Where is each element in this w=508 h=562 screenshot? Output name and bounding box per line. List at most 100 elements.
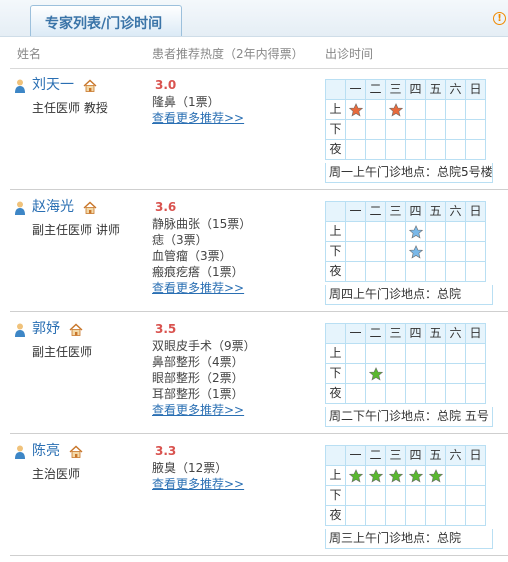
more-recommend-link[interactable]: 查看更多推荐>>: [152, 110, 244, 126]
schedule-cell: [405, 221, 426, 242]
recommend-score: 3.6: [155, 200, 177, 214]
schedule-cell: [365, 343, 386, 364]
schedule-cell: [345, 99, 366, 120]
star-icon: [368, 468, 383, 483]
schedule-cell: [465, 485, 486, 506]
schedule-cell: [465, 241, 486, 262]
row-divider: [10, 189, 508, 190]
more-recommend-link[interactable]: 查看更多推荐>>: [152, 476, 244, 492]
schedule-cell: [345, 221, 366, 242]
recommend-item: 痣（3票）: [152, 233, 208, 247]
person-icon: [14, 445, 26, 459]
recommend-score: 3.5: [155, 322, 177, 336]
schedule-cell: [385, 343, 406, 364]
day-header: 五: [425, 445, 446, 466]
schedule-table: 一二三四五六日上下夜: [325, 201, 486, 282]
row-divider: [10, 555, 508, 556]
schedule-cell: [365, 383, 386, 404]
schedule-cell: [465, 383, 486, 404]
day-header: 三: [385, 445, 406, 466]
schedule-cell: [405, 119, 426, 140]
clinic-location: 周四上午门诊地点：总院: [325, 285, 493, 305]
header-divider: [10, 68, 508, 69]
schedule-cell: [345, 241, 366, 262]
doctor-name-link[interactable]: 刘天一: [32, 76, 74, 94]
recommend-item: 双眼皮手术（9票）: [152, 339, 256, 353]
home-icon[interactable]: [69, 323, 83, 336]
schedule-cell: [345, 343, 366, 364]
schedule-cell: [385, 261, 406, 282]
day-header: 日: [465, 201, 486, 222]
schedule-corner: [325, 79, 346, 100]
schedule-cell: [465, 119, 486, 140]
period-label: 下: [325, 241, 346, 262]
schedule-cell: [385, 363, 406, 384]
schedule-cell: [445, 139, 466, 160]
schedule-cell: [345, 505, 366, 526]
recommend-item: 血管瘤（3票）: [152, 249, 232, 263]
period-label: 下: [325, 119, 346, 140]
schedule-cell: [365, 221, 386, 242]
day-header: 日: [465, 79, 486, 100]
day-header: 六: [445, 79, 466, 100]
schedule-cell: [445, 119, 466, 140]
schedule-cell: [425, 465, 446, 486]
schedule-cell: [445, 343, 466, 364]
schedule-table: 一二三四五六日上下夜: [325, 79, 486, 160]
schedule-cell: [385, 139, 406, 160]
schedule-cell: [425, 261, 446, 282]
schedule-cell: [405, 241, 426, 262]
schedule-cell: [365, 119, 386, 140]
day-header: 二: [365, 201, 386, 222]
doctor-name-link[interactable]: 赵海光: [32, 198, 74, 216]
day-header: 三: [385, 323, 406, 344]
doctor-name-link[interactable]: 郭妤: [32, 320, 60, 338]
period-label: 夜: [325, 505, 346, 526]
day-header: 日: [465, 323, 486, 344]
star-icon: [348, 102, 363, 117]
schedule-cell: [425, 119, 446, 140]
schedule-cell: [445, 261, 466, 282]
day-header: 六: [445, 323, 466, 344]
day-header: 三: [385, 79, 406, 100]
clinic-location: 周一上午门诊地点：总院5号楼: [325, 163, 493, 183]
schedule-cell: [445, 363, 466, 384]
schedule-cell: [365, 505, 386, 526]
schedule-cell: [425, 221, 446, 242]
schedule-cell: [445, 485, 466, 506]
schedule-cell: [465, 99, 486, 120]
schedule-cell: [425, 99, 446, 120]
schedule-cell: [465, 343, 486, 364]
recommend-item: 耳部整形（1票）: [152, 387, 244, 401]
schedule-cell: [345, 363, 366, 384]
star-icon: [408, 244, 423, 259]
schedule-cell: [425, 383, 446, 404]
home-icon[interactable]: [83, 79, 97, 92]
tab-expert-list[interactable]: 专家列表/门诊时间: [30, 5, 182, 36]
schedule-cell: [365, 261, 386, 282]
schedule-cell: [425, 343, 446, 364]
day-header: 六: [445, 445, 466, 466]
info-icon[interactable]: !: [493, 12, 506, 25]
day-header: 三: [385, 201, 406, 222]
doctor-title: 副主任医师: [32, 345, 93, 359]
more-recommend-link[interactable]: 查看更多推荐>>: [152, 280, 244, 296]
clinic-location: 周三上午门诊地点：总院: [325, 529, 493, 549]
day-header: 二: [365, 323, 386, 344]
day-header: 六: [445, 201, 466, 222]
person-icon: [14, 79, 26, 93]
recommend-item: 隆鼻（1票）: [152, 95, 220, 109]
home-icon[interactable]: [69, 445, 83, 458]
star-icon: [408, 224, 423, 239]
row-divider: [10, 433, 508, 434]
schedule-cell: [365, 241, 386, 262]
schedule-cell: [365, 139, 386, 160]
home-icon[interactable]: [83, 201, 97, 214]
more-recommend-link[interactable]: 查看更多推荐>>: [152, 402, 244, 418]
row-divider: [10, 311, 508, 312]
schedule-corner: [325, 445, 346, 466]
schedule-cell: [405, 485, 426, 506]
doctor-name-link[interactable]: 陈亮: [32, 442, 60, 460]
column-header-recommend: 患者推荐热度（2年内得票）: [152, 47, 304, 61]
schedule-cell: [425, 485, 446, 506]
